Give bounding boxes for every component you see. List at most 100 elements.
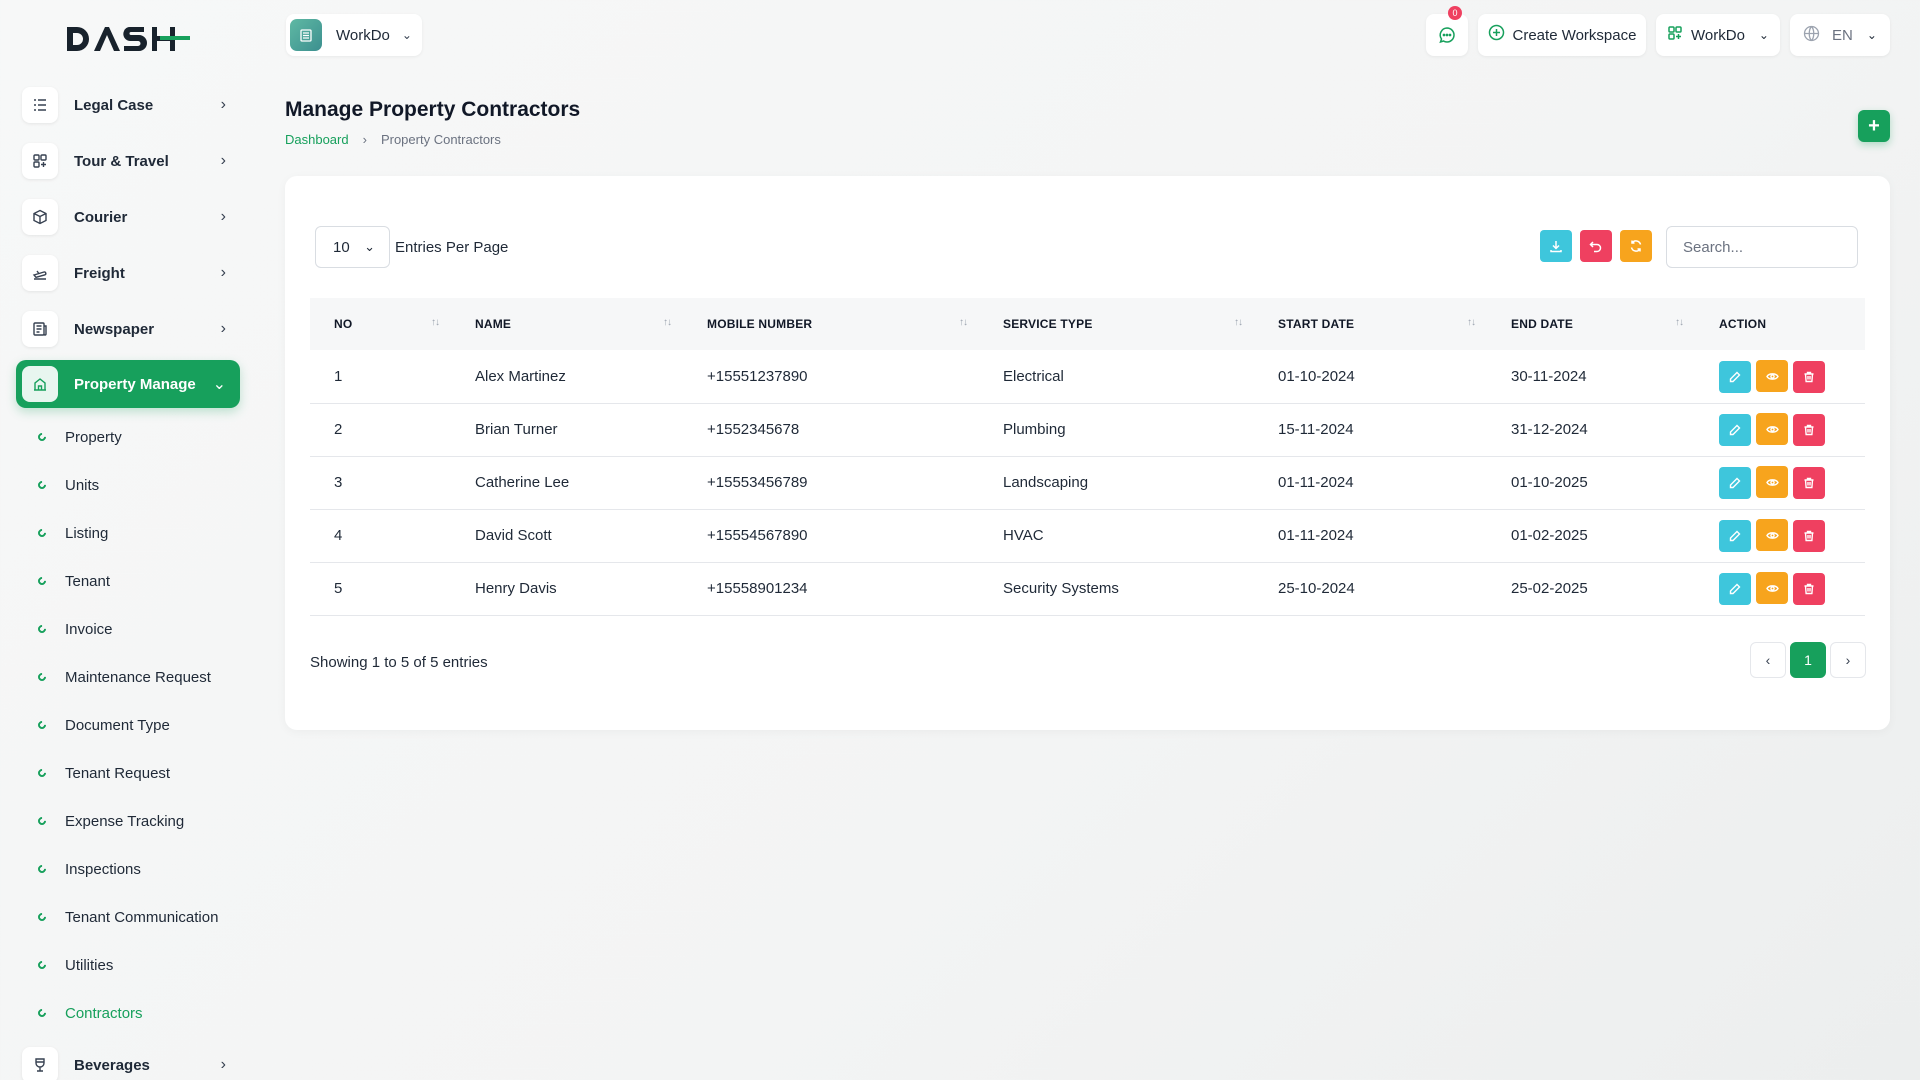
sidebar-item-courier[interactable]: Courier ›: [16, 193, 240, 241]
sidebar-subitem-label: Contractors: [65, 1004, 143, 1022]
delete-button[interactable]: [1793, 572, 1825, 605]
workspace-switcher[interactable]: WorkDo ⌄: [286, 14, 422, 56]
view-button[interactable]: [1756, 572, 1788, 605]
sidebar-subitem-units[interactable]: Units: [36, 471, 99, 499]
sidebar-subitem-label: Inspections: [65, 860, 141, 878]
table-cell-no: 3: [334, 474, 343, 491]
chevron-right-icon: ›: [220, 208, 226, 225]
sidebar-subitem-tenant-request[interactable]: Tenant Request: [36, 759, 170, 787]
dash-logo-icon: [67, 26, 190, 51]
sidebar-item-label: Newspaper: [74, 320, 155, 338]
sidebar-subitem-listing[interactable]: Listing: [36, 519, 109, 547]
table-row: 4 David Scott +15554567890 HVAC 01-11-2024 01…: [310, 509, 1865, 562]
chevron-down-icon: ⌄: [1866, 28, 1877, 42]
workspace-logo-icon: [290, 19, 322, 51]
reload-button[interactable]: [1620, 230, 1652, 262]
sidebar-subitem-label: Maintenance Request: [65, 668, 211, 686]
next-page-button[interactable]: ›: [1830, 642, 1866, 678]
sidebar-item-property-manage[interactable]: Property Manage ⌄: [16, 360, 240, 408]
page-button[interactable]: 1: [1790, 642, 1826, 678]
sidebar-subitem-label: Listing: [65, 524, 109, 542]
bullet-icon: [36, 1007, 48, 1019]
column-header-end-date[interactable]: END DATE ↑↓: [1487, 298, 1695, 350]
delete-button[interactable]: [1793, 519, 1825, 552]
bullet-icon: [36, 527, 48, 539]
edit-button[interactable]: [1719, 466, 1751, 499]
sidebar-subitem-utilities[interactable]: Utilities: [36, 951, 113, 979]
chat-icon: [1439, 27, 1455, 44]
sidebar-item-newspaper[interactable]: Newspaper ›: [16, 305, 240, 353]
table-cell-start: 01-11-2024: [1278, 527, 1354, 544]
table-cell-name: Brian Turner: [475, 421, 558, 438]
table-cell-end: 25-02-2025: [1511, 580, 1588, 597]
column-header-no[interactable]: NO ↑↓: [310, 298, 451, 350]
table-cell-mobile: +15553456789: [707, 474, 808, 491]
export-button[interactable]: [1540, 230, 1572, 262]
breadcrumb-dashboard-link[interactable]: Dashboard: [285, 132, 349, 147]
previous-page-button[interactable]: ‹: [1750, 642, 1786, 678]
bullet-icon: [36, 479, 48, 491]
sidebar-subitem-label: Property: [65, 428, 122, 446]
column-header-label: END DATE: [1511, 317, 1574, 331]
edit-button[interactable]: [1719, 360, 1751, 393]
showing-entries-text: Showing 1 to 5 of 5 entries: [310, 654, 488, 671]
sidebar-item-tour-travel[interactable]: Tour & Travel ›: [16, 137, 240, 185]
view-button[interactable]: [1756, 413, 1788, 446]
table-cell-actions: [1695, 509, 1865, 562]
breadcrumb-current: Property Contractors: [380, 132, 501, 147]
sidebar-subitem-contractors[interactable]: Contractors: [36, 999, 143, 1027]
edit-button[interactable]: [1719, 413, 1751, 446]
sidebar-subitem-document-type[interactable]: Document Type: [36, 711, 170, 739]
chevron-down-icon: ⌄: [1758, 28, 1769, 42]
delete-button[interactable]: [1793, 466, 1825, 499]
edit-button[interactable]: [1719, 519, 1751, 552]
sidebar-subitem-inspections[interactable]: Inspections: [36, 855, 141, 883]
page-title: Manage Property Contractors: [285, 98, 581, 121]
table-cell-service: Electrical: [1003, 367, 1064, 385]
table-cell-mobile: +15558901234: [707, 580, 808, 597]
bullet-icon: [36, 575, 48, 587]
table-cell-start: 15-11-2024: [1278, 421, 1354, 438]
messages-button[interactable]: 0: [1426, 6, 1468, 56]
delete-button[interactable]: [1793, 360, 1825, 393]
table-cell-actions: [1695, 350, 1865, 403]
view-button[interactable]: [1756, 466, 1788, 499]
table-cell-name: David Scott: [475, 527, 552, 544]
view-button[interactable]: [1756, 360, 1788, 392]
delete-button[interactable]: [1793, 413, 1825, 446]
sidebar-subitem-invoice[interactable]: Invoice: [36, 615, 113, 643]
trash-icon: [1804, 424, 1814, 435]
table-cell-start: 25-10-2024: [1278, 580, 1355, 597]
sidebar-subitem-tenant[interactable]: Tenant: [36, 567, 111, 595]
workspace-menu[interactable]: WorkDo ⌄: [1656, 14, 1780, 56]
sidebar-item-freight[interactable]: Freight ›: [16, 249, 240, 297]
language-selector[interactable]: EN ⌄: [1790, 14, 1890, 56]
column-header-name[interactable]: NAME ↑↓: [451, 298, 683, 350]
sidebar-item-beverages[interactable]: Beverages ›: [16, 1041, 240, 1080]
table-cell-start: 01-11-2024: [1278, 474, 1354, 491]
sidebar-subitem-maintenance-request[interactable]: Maintenance Request: [36, 663, 211, 691]
table-cell-actions: [1695, 456, 1865, 509]
column-header-mobile[interactable]: MOBILE NUMBER ↑↓: [683, 298, 979, 350]
entries-per-page-label: Entries Per Page: [395, 239, 509, 256]
sidebar-subitem-tenant-communication[interactable]: Tenant Communication: [36, 903, 218, 931]
table-cell-no: 5: [334, 580, 343, 597]
view-button[interactable]: [1756, 519, 1788, 552]
brand-logo[interactable]: [64, 24, 190, 54]
entries-per-page-select[interactable]: 10 ⌄: [315, 226, 390, 268]
column-header-action: ACTION: [1695, 298, 1865, 350]
sidebar-subitem-expense-tracking[interactable]: Expense Tracking: [36, 807, 184, 835]
pencil-icon: [1729, 371, 1741, 382]
edit-button[interactable]: [1719, 572, 1751, 605]
column-header-start-date[interactable]: START DATE ↑↓: [1254, 298, 1487, 350]
sidebar-subitem-label: Tenant: [65, 572, 111, 590]
table-cell-end: 31-12-2024: [1511, 421, 1588, 438]
reset-button[interactable]: [1580, 230, 1612, 262]
add-contractor-button[interactable]: +: [1858, 110, 1890, 142]
create-workspace-button[interactable]: Create Workspace: [1478, 14, 1646, 56]
sidebar-subitem-property[interactable]: Property: [36, 423, 122, 451]
column-header-service-type[interactable]: SERVICE TYPE ↑↓: [979, 298, 1254, 350]
language-label: EN: [1832, 26, 1853, 44]
sidebar-item-legal-case[interactable]: Legal Case ›: [16, 81, 240, 129]
search-input[interactable]: [1666, 226, 1858, 268]
